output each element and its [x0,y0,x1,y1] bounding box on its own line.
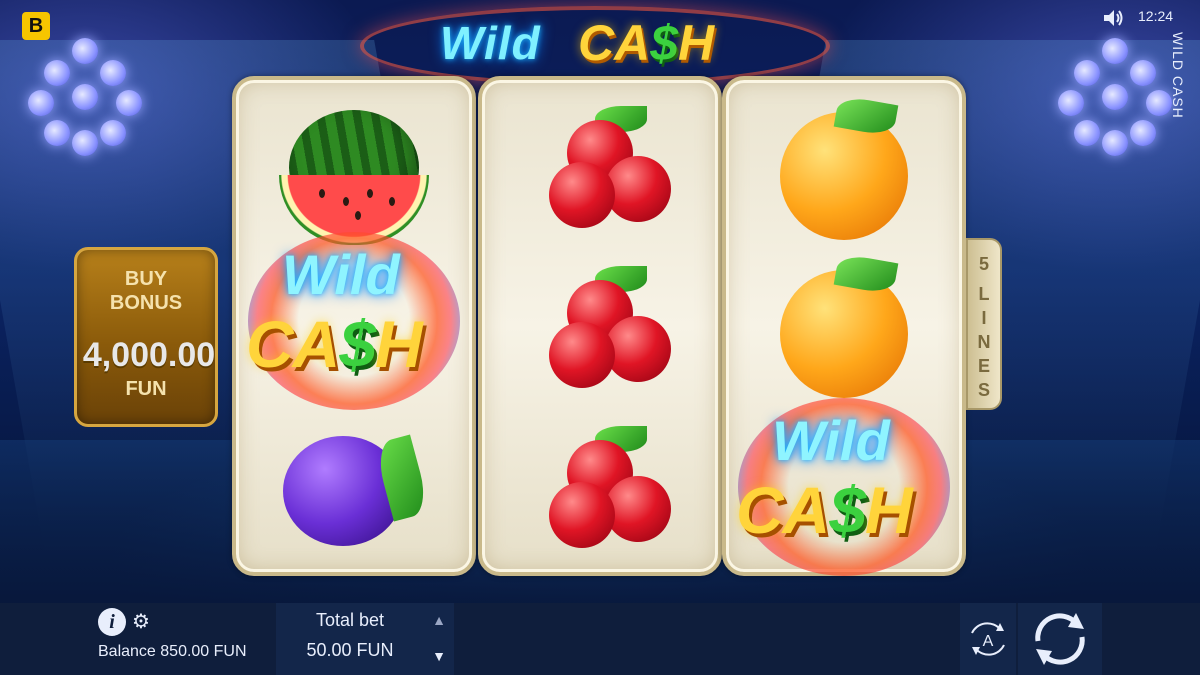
orange-symbol-icon [774,253,914,398]
speaker-icon[interactable] [1102,8,1124,28]
reel-3: Wild CA$H [722,76,966,576]
reel-1: Wild CA$H [232,76,476,576]
wild-symbol-h: H [865,473,913,547]
plum-symbol-icon [279,426,431,556]
paylines-indicator: 5 L I N E S [966,238,1002,410]
paylines-count: 5 [978,254,989,274]
wild-cash-symbol-icon: Wild CA$H [238,232,470,410]
gear-icon[interactable]: ⚙ [132,612,152,632]
game-stage: Wild CA$H Wild CA$H Wild CA$H BUY BONUS … [0,0,1200,603]
spotlight-right-icon [1050,30,1180,160]
orange-symbol-icon [774,95,914,240]
game-name-label: WILD CASH [1170,32,1186,119]
cherries-symbol-icon [525,264,675,404]
total-bet-label: Total bet [315,610,385,630]
logo-cash-text: CA$H [578,14,714,72]
wild-symbol-ca: CA [736,473,830,547]
buy-bonus-currency: FUN [125,378,167,400]
provider-logo: B [22,12,50,40]
logo-cash-ca: CA [578,15,651,71]
wild-symbol-dollar: $ [829,473,866,547]
wild-symbol-h: H [375,307,423,381]
wild-cash-symbol-icon: Wild CA$H [728,398,960,576]
autoplay-letter: A [983,633,994,650]
reel-2 [478,76,722,576]
paylines-letter: I [981,308,987,328]
logo-wild-text: Wild [440,17,541,69]
spotlight-left-icon [20,30,150,160]
game-logo: Wild CA$H [360,6,830,86]
total-bet-value: 50.00 FUN [306,640,394,660]
buy-bonus-line-2: BONUS [109,292,183,314]
paylines-letter: L [978,284,990,304]
logo-dollar-sign: $ [650,15,679,71]
spin-button[interactable] [1018,603,1102,675]
buy-bonus-line-1: BUY [124,268,168,290]
cherries-symbol-icon [525,104,675,244]
paylines-letter: E [977,356,990,376]
bet-increase-arrow-icon[interactable]: ▲ [430,612,448,630]
buy-bonus-button[interactable]: BUY BONUS 4,000.00 FUN [74,247,218,427]
wild-symbol-ca: CA [246,307,340,381]
bet-decrease-arrow-icon[interactable]: ▼ [430,648,448,666]
info-icon[interactable]: i [98,608,126,636]
balance-display: Balance 850.00 FUN [98,643,247,660]
autoplay-button[interactable]: A [960,603,1016,675]
watermelon-symbol-icon [279,100,429,245]
clock: 12:24 [1138,8,1174,24]
wild-symbol-bottom-text: CA$H [736,472,913,548]
cherries-symbol-icon [525,424,675,564]
logo-cash-h: H [678,15,715,71]
wild-symbol-bottom-text: CA$H [246,306,423,382]
spin-icon [1035,613,1085,665]
paylines-letter: S [977,380,990,400]
wild-symbol-top-text: Wild [282,243,400,306]
wild-symbol-dollar: $ [339,307,376,381]
paylines-letter: N [977,332,991,352]
autoplay-icon: A [971,622,1005,656]
buy-bonus-amount: 4,000.00 [82,336,216,374]
wild-symbol-top-text: Wild [772,409,890,472]
